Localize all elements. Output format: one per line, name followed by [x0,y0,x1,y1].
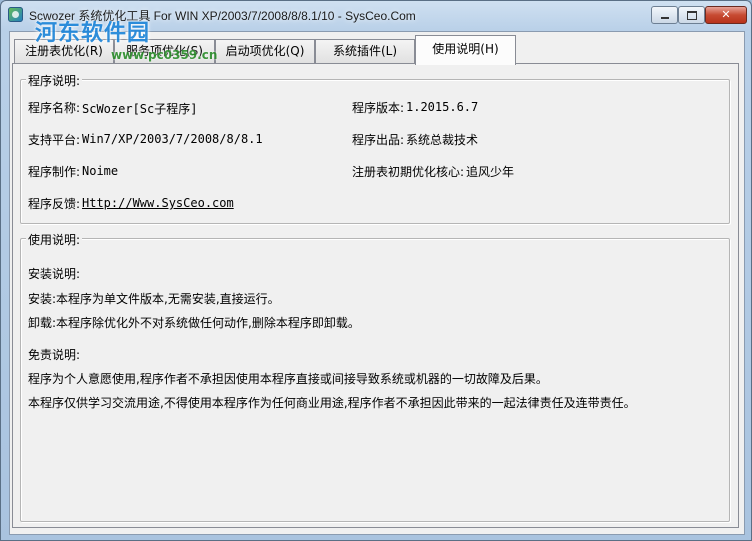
program-version-value: 1.2015.6.7 [406,100,479,114]
usage-title: 使用说明: [26,231,83,248]
core-value: 追风少年 [466,165,515,179]
watermark-url: www.pc0359.cn [111,48,218,62]
usage-group: 使用说明: 安装说明: 安装:本程序为单文件版本,无需安装,直接运行。 卸载:本… [20,231,730,522]
feedback-label: 程序反馈: [28,197,81,211]
program-info-group: 程序说明: 程序名称: ScWozer[Sc子程序] 程序版本: 1.2015.… [20,72,730,224]
tab-panel-usage: 程序说明: 程序名称: ScWozer[Sc子程序] 程序版本: 1.2015.… [12,63,739,528]
feedback-link[interactable]: Http://Www.SysCeo.com [82,196,234,210]
install-heading: 安装说明: [28,267,81,281]
tab-usage[interactable]: 使用说明(H) [415,35,516,65]
program-info-title: 程序说明: [26,72,83,89]
disclaimer-line-1: 程序为个人意愿使用,程序作者不承担因使用本程序直接或间接导致系统或机器的一切故障… [28,372,548,386]
publisher-value: 系统总裁技术 [406,133,479,147]
minimize-button[interactable] [651,6,678,24]
program-name-value: ScWozer[Sc子程序] [82,102,198,116]
author-label: 程序制作: [28,165,81,179]
client-area: 注册表优化(R) 服务项优化(S) 启动项优化(Q) 系统插件(L) 使用说明(… [9,31,745,535]
tab-startup[interactable]: 启动项优化(Q) [215,39,315,63]
program-name-label: 程序名称: [28,101,81,115]
disclaimer-line-2: 本程序仅供学习交流用途,不得使用本程序作为任何商业用途,程序作者不承担因此带来的… [28,396,636,410]
app-window: Scwozer 系统优化工具 For WIN XP/2003/7/2008/8/… [0,0,752,541]
author-value: Noime [82,164,119,178]
disclaimer-heading: 免责说明: [28,348,81,362]
core-label: 注册表初期优化核心: [352,165,465,179]
close-button[interactable]: ✕ [705,6,747,24]
tab-plugins[interactable]: 系统插件(L) [315,39,415,63]
watermark-logo-text: 河东软件园 [35,21,151,46]
install-line: 安装:本程序为单文件版本,无需安装,直接运行。 [28,292,280,306]
close-icon: ✕ [721,8,731,21]
app-icon[interactable] [8,7,23,22]
maximize-button[interactable] [678,6,705,24]
program-version-label: 程序版本: [352,101,405,115]
publisher-label: 程序出品: [352,133,405,147]
platform-value: Win7/XP/2003/7/2008/8/8.1 [82,132,263,146]
uninstall-line: 卸载:本程序除优化外不对系统做任何动作,删除本程序即卸载。 [28,316,360,330]
platform-label: 支持平台: [28,133,81,147]
